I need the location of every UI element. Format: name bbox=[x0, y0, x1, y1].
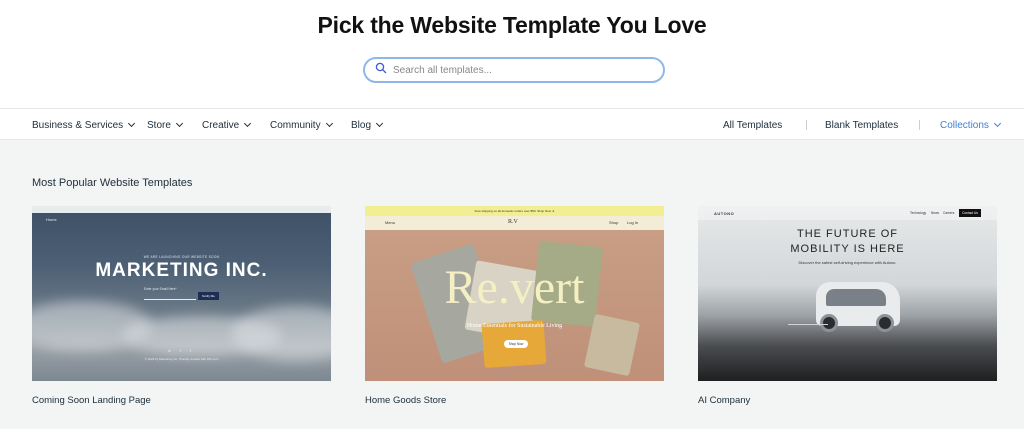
template-thumbnail[interactable]: AUTONO Technology News Careers Contact U… bbox=[698, 206, 997, 381]
preview-login: Log In bbox=[627, 220, 639, 225]
template-name[interactable]: Coming Soon Landing Page bbox=[32, 395, 151, 406]
section-title: Most Popular Website Templates bbox=[32, 177, 193, 189]
preview-email-input bbox=[144, 293, 196, 300]
category-nav: Business & Services Store Creative Commu… bbox=[0, 108, 1024, 140]
preview-logo: AUTONO bbox=[714, 211, 735, 216]
template-thumbnail[interactable]: Home WE ARE LAUNCHING OUR WEBSITE SOON M… bbox=[32, 206, 331, 381]
templates-section: Most Popular Website Templates Home WE A… bbox=[0, 140, 1024, 429]
chevron-down-icon bbox=[375, 119, 384, 128]
preview-header: Menu R.V Shop Log In bbox=[365, 216, 664, 230]
preview-announcement-bar: Free shipping on all domestic orders ove… bbox=[365, 206, 664, 216]
nav-label: Community bbox=[270, 119, 321, 131]
preview-logo: R.V bbox=[508, 219, 518, 225]
preview-browser-bar bbox=[32, 206, 331, 213]
preview-menu: Menu bbox=[385, 220, 396, 225]
template-name[interactable]: AI Company bbox=[698, 395, 750, 406]
preview-headline: MARKETING INC. bbox=[95, 260, 268, 281]
preview-home-link: Home bbox=[46, 217, 57, 222]
chevron-down-icon bbox=[128, 119, 136, 128]
nav-label: Business & Services bbox=[32, 119, 124, 131]
search-icon bbox=[375, 61, 387, 79]
nav-divider bbox=[919, 120, 920, 130]
template-name[interactable]: Home Goods Store bbox=[365, 395, 446, 406]
nav-creative[interactable]: Creative bbox=[202, 109, 252, 141]
nav-label: Store bbox=[147, 119, 171, 131]
hero-section: Pick the Website Template You Love bbox=[0, 0, 1024, 108]
preview-subtitle: Home Essentials for Sustainable Living bbox=[466, 323, 563, 329]
preview-headline-line1: THE FUTURE OF bbox=[797, 228, 898, 240]
preview-notify-button: Notify Me bbox=[198, 292, 219, 300]
nav-collections[interactable]: Collections bbox=[940, 109, 1001, 141]
preview-footer: © 2023 by Marketing Inc. Proudly created… bbox=[144, 357, 219, 361]
preview-social-facebook: f bbox=[180, 348, 182, 353]
preview-nav-technology: Technology bbox=[910, 211, 927, 215]
cloud-shape bbox=[232, 306, 331, 361]
chevron-down-icon bbox=[325, 119, 333, 128]
preview-contact-button: Contact Us bbox=[959, 209, 981, 217]
preview-headline-line2: MOBILITY IS HERE bbox=[790, 243, 905, 255]
template-thumbnail[interactable]: Free shipping on all domestic orders ove… bbox=[365, 206, 664, 381]
chevron-down-icon bbox=[175, 119, 183, 128]
nav-divider bbox=[806, 120, 807, 130]
preview-nav-careers: Careers bbox=[943, 211, 955, 215]
nav-label: Creative bbox=[202, 119, 240, 131]
search-input[interactable] bbox=[393, 64, 643, 76]
nav-label: All Templates bbox=[723, 119, 783, 131]
chevron-down-icon bbox=[993, 119, 1001, 128]
nav-label: Collections bbox=[940, 119, 989, 131]
preview-headline: Re.vert bbox=[444, 261, 585, 314]
preview-shop-button: Shop Now bbox=[504, 340, 528, 348]
preview-email-label: Enter your Email Here* bbox=[144, 287, 177, 291]
nav-blog[interactable]: Blog bbox=[351, 109, 384, 141]
nav-community[interactable]: Community bbox=[270, 109, 333, 141]
chevron-down-icon bbox=[244, 119, 252, 128]
nav-blank-templates[interactable]: Blank Templates bbox=[825, 109, 898, 141]
preview-nav-news: News bbox=[931, 211, 939, 215]
preview-tagline: WE ARE LAUNCHING OUR WEBSITE SOON bbox=[143, 255, 220, 259]
page-title: Pick the Website Template You Love bbox=[317, 12, 707, 38]
preview-social-linkedin: in bbox=[168, 348, 172, 353]
preview-shop-link: Shop bbox=[609, 220, 619, 225]
search-box[interactable] bbox=[363, 57, 665, 83]
nav-business-services[interactable]: Business & Services bbox=[32, 109, 136, 141]
nav-label: Blank Templates bbox=[825, 119, 899, 131]
nav-all-templates[interactable]: All Templates bbox=[723, 109, 782, 141]
nav-label: Blog bbox=[351, 119, 372, 131]
preview-subtitle: Discover the safest self-driving experie… bbox=[798, 260, 897, 265]
nav-store[interactable]: Store bbox=[147, 109, 183, 141]
preview-header: AUTONO Technology News Careers Contact U… bbox=[698, 206, 997, 220]
preview-social-twitter: t bbox=[190, 348, 192, 353]
